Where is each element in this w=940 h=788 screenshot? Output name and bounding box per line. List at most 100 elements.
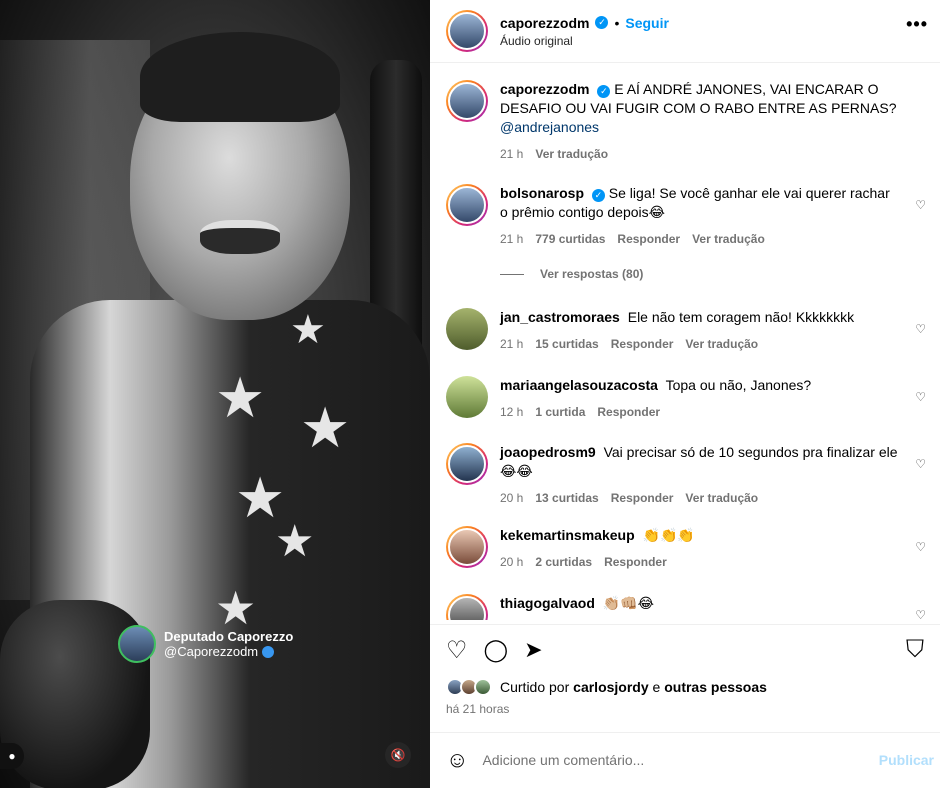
comment-username[interactable]: bolsonarosp xyxy=(500,185,584,201)
person-mouth xyxy=(200,220,280,254)
comment-item: kekemartinsmakeup 👏👏👏 20 h 2 curtidas Re… xyxy=(446,526,926,572)
caption-username[interactable]: caporezzodm xyxy=(500,81,589,97)
divider xyxy=(430,732,940,733)
overlay-name: Deputado Caporezzo xyxy=(164,629,294,644)
comment-likes[interactable]: 1 curtida xyxy=(535,403,585,422)
author-username[interactable]: caporezzodm xyxy=(500,15,589,31)
shirt-star: ★ xyxy=(300,396,351,459)
overlay-avatar xyxy=(118,625,156,663)
like-comment-icon[interactable]: ♡ xyxy=(915,322,926,336)
verified-icon: ✓ xyxy=(591,189,605,202)
reply-button[interactable]: Responder xyxy=(617,230,680,249)
translate-link[interactable]: Ver tradução xyxy=(685,335,758,354)
liker-username[interactable]: carlosjordy xyxy=(573,679,648,695)
like-icon[interactable]: ♡ xyxy=(446,636,468,665)
commenter-avatar[interactable] xyxy=(446,443,488,485)
translate-link[interactable]: Ver tradução xyxy=(685,489,758,508)
publish-button[interactable]: Publicar xyxy=(879,752,934,768)
comment-likes[interactable]: 2 curtidas xyxy=(535,553,592,572)
comment-likes[interactable]: 779 curtidas xyxy=(535,230,605,249)
comment-item: jan_castromoraes Ele não tem coragem não… xyxy=(446,308,926,354)
comment-likes[interactable]: 13 curtidas xyxy=(535,489,598,508)
comment-icon[interactable]: ◯ xyxy=(484,637,509,663)
replies-line xyxy=(500,273,524,275)
comment-item: joaopedrosm9 Vai precisar só de 10 segun… xyxy=(446,443,926,508)
commenter-avatar[interactable] xyxy=(446,526,488,568)
reply-button[interactable]: Responder xyxy=(597,403,660,422)
comment-time: 21 h xyxy=(500,232,524,246)
likes-prefix: Curtido por xyxy=(500,679,570,695)
reel-video[interactable]: ★ ★ ★ ★ ★ ★ Deputado Caporezzo @Caporezz… xyxy=(0,0,430,788)
like-comment-icon[interactable]: ♡ xyxy=(915,608,926,620)
comment-item: mariaangelasouzacosta Topa ou não, Janon… xyxy=(446,376,926,422)
verified-icon xyxy=(262,645,275,658)
comment-time: 20 h xyxy=(500,555,524,569)
reply-button[interactable]: Responder xyxy=(604,553,667,572)
tagged-user-icon[interactable]: ● xyxy=(0,743,24,769)
follow-button[interactable]: Seguir xyxy=(625,15,669,31)
post-header: caporezzodm ✓ • Seguir Áudio original xyxy=(446,6,940,56)
comment-time: 20 h xyxy=(500,491,524,505)
shirt-star: ★ xyxy=(215,366,266,429)
emoji-icon[interactable]: ☺ xyxy=(446,747,468,773)
verified-icon: ✓ xyxy=(597,85,611,98)
comment-input[interactable]: Adicione um comentário... xyxy=(482,752,864,768)
post-time: há 21 horas xyxy=(446,702,510,716)
comment-time: 21 h xyxy=(500,337,524,351)
comment-username[interactable]: kekemartinsmakeup xyxy=(500,527,635,543)
comment-text: 👏🏼👊🏼😂 xyxy=(602,595,655,611)
translate-link[interactable]: Ver tradução xyxy=(692,230,765,249)
post-actions: ♡ ◯ ➤ ⛉ xyxy=(446,634,924,666)
like-comment-icon[interactable]: ♡ xyxy=(915,390,926,404)
verified-icon: ✓ xyxy=(595,16,609,29)
like-comment-icon[interactable]: ♡ xyxy=(915,540,926,554)
caption-mention[interactable]: @andrejanones xyxy=(500,119,599,135)
more-options-icon[interactable]: ••• xyxy=(906,14,928,35)
comment-item: bolsonarosp ✓ Se liga! Se você ganhar el… xyxy=(446,184,926,249)
comment-item: thiagogalvaod 👏🏼👊🏼😂 ♡ xyxy=(446,594,926,620)
comment-username[interactable]: jan_castromoraes xyxy=(500,309,620,325)
reply-button[interactable]: Responder xyxy=(611,489,674,508)
audio-link[interactable]: Áudio original xyxy=(500,34,669,48)
video-overlay-badge: Deputado Caporezzo @Caporezzodm xyxy=(118,625,293,663)
person-hair xyxy=(140,32,340,122)
separator: • xyxy=(614,14,620,31)
comments-list[interactable]: caporezzodm ✓ E AÍ ANDRÉ JANONES, VAI EN… xyxy=(446,80,936,620)
comment-text: Topa ou não, Janones? xyxy=(665,377,812,393)
save-icon[interactable]: ⛉ xyxy=(906,636,924,664)
mute-icon[interactable]: 🔇 xyxy=(385,742,411,768)
view-replies[interactable]: Ver respostas (80) xyxy=(500,267,643,281)
overlay-handle: @Caporezzodm xyxy=(164,644,259,659)
view-replies-label[interactable]: Ver respostas (80) xyxy=(540,267,643,281)
caption: caporezzodm ✓ E AÍ ANDRÉ JANONES, VAI EN… xyxy=(446,80,926,164)
commenter-avatar[interactable] xyxy=(446,594,488,620)
commenter-avatar[interactable] xyxy=(446,376,488,418)
commenter-avatar[interactable] xyxy=(446,308,488,350)
like-comment-icon[interactable]: ♡ xyxy=(915,457,926,471)
reply-button[interactable]: Responder xyxy=(611,335,674,354)
liker-avatar xyxy=(474,678,492,696)
like-comment-icon[interactable]: ♡ xyxy=(915,198,926,212)
comment-text: 👏👏👏 xyxy=(642,527,695,543)
comment-likes[interactable]: 15 curtidas xyxy=(535,335,598,354)
translate-link[interactable]: Ver tradução xyxy=(535,145,608,164)
comment-username[interactable]: thiagogalvaod xyxy=(500,595,595,611)
comment-time: 12 h xyxy=(500,405,524,419)
comment-text: Ele não tem coragem não! Kkkkkkkk xyxy=(627,309,855,325)
author-avatar[interactable] xyxy=(446,80,488,122)
caption-time: 21 h xyxy=(500,147,524,161)
likes-conj: e xyxy=(652,679,661,695)
likes-summary[interactable]: Curtido por carlosjordy e outras pessoas xyxy=(446,678,767,696)
add-comment-bar: ☺ Adicione um comentário... Publicar xyxy=(446,745,934,775)
comment-username[interactable]: mariaangelasouzacosta xyxy=(500,377,658,393)
divider xyxy=(430,624,940,625)
shirt-star: ★ xyxy=(290,308,326,352)
shirt-star: ★ xyxy=(275,517,315,566)
post-panel: caporezzodm ✓ • Seguir Áudio original ••… xyxy=(430,0,940,788)
author-avatar[interactable] xyxy=(446,10,488,52)
likes-others[interactable]: outras pessoas xyxy=(664,679,767,695)
share-icon[interactable]: ➤ xyxy=(524,637,542,663)
divider xyxy=(430,62,940,63)
commenter-avatar[interactable] xyxy=(446,184,488,226)
comment-username[interactable]: joaopedrosm9 xyxy=(500,444,596,460)
